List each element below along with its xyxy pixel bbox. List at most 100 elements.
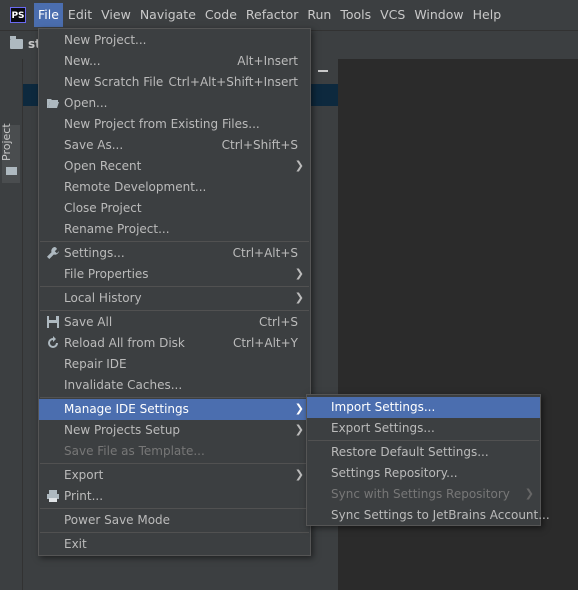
menu-item-save-as[interactable]: Save As... Ctrl+Shift+S — [39, 135, 310, 156]
reload-icon — [48, 336, 58, 348]
submenu-arrow-icon: ❯ — [294, 468, 304, 481]
menu-item-open-recent[interactable]: Open Recent ❯ — [39, 156, 310, 177]
menu-item-label: File Properties — [64, 267, 149, 281]
menu-item-label: Manage IDE Settings — [64, 402, 189, 416]
menu-item-label: Open... — [64, 96, 108, 110]
file-menu: New Project... New... Alt+Insert New Scr… — [38, 28, 311, 556]
menu-item-print[interactable]: Print... — [39, 486, 310, 507]
submenu-arrow-icon: ❯ — [294, 291, 304, 304]
manage-ide-settings-submenu: Import Settings... Export Settings... Re… — [306, 394, 550, 526]
menu-separator — [40, 463, 309, 464]
menu-item-remote-development[interactable]: Remote Development... — [39, 177, 310, 198]
menu-item-rename-project[interactable]: Rename Project... — [39, 219, 310, 240]
folder-open-icon — [47, 99, 59, 108]
menu-separator — [40, 310, 309, 311]
shortcut-text: Ctrl+Alt+Shift+Insert — [168, 75, 298, 89]
phpstorm-logo-icon[interactable]: PS — [10, 7, 26, 23]
menu-tools[interactable]: Tools — [336, 3, 375, 27]
menu-item-label: Remote Development... — [64, 180, 207, 194]
menu-item-restore-default-settings[interactable]: Restore Default Settings... — [307, 442, 540, 463]
menu-item-repair-ide[interactable]: Repair IDE — [39, 354, 310, 375]
menu-item-settings-repository[interactable]: Settings Repository... — [307, 463, 540, 484]
menu-item-reload-all[interactable]: Reload All from Disk Ctrl+Alt+Y — [39, 333, 310, 354]
shortcut-text: Ctrl+Shift+S — [221, 138, 298, 152]
menu-item-label: Save File as Template... — [64, 444, 205, 458]
menu-separator — [40, 241, 309, 242]
submenu-arrow-icon: ❯ — [294, 423, 304, 436]
menu-item-label: Local History — [64, 291, 142, 305]
menu-item-import-settings[interactable]: Import Settings... — [307, 397, 540, 418]
menu-refactor[interactable]: Refactor — [242, 3, 302, 27]
menu-item-label: Open Recent — [64, 159, 142, 173]
submenu-arrow-icon: ❯ — [294, 402, 304, 415]
menu-item-open[interactable]: Open... — [39, 93, 310, 114]
menu-item-label: Sync with Settings Repository — [331, 487, 510, 501]
menu-separator — [40, 397, 309, 398]
menu-item-new-project[interactable]: New Project... — [39, 30, 310, 51]
menu-item-new-projects-setup[interactable]: New Projects Setup ❯ — [39, 420, 310, 441]
menu-item-exit[interactable]: Exit — [39, 534, 310, 555]
tool-window-stripe: Project — [0, 59, 23, 590]
menu-item-label: Sync Settings to JetBrains Account... — [331, 508, 550, 522]
menu-item-settings[interactable]: Settings... Ctrl+Alt+S — [39, 243, 310, 264]
menu-item-label: New Scratch File — [64, 75, 164, 89]
menu-item-label: Close Project — [64, 201, 142, 215]
menu-window[interactable]: Window — [410, 3, 467, 27]
menu-item-label: Invalidate Caches... — [64, 378, 183, 392]
menu-item-label: Reload All from Disk — [64, 336, 185, 350]
menu-navigate[interactable]: Navigate — [136, 3, 200, 27]
submenu-arrow-icon: ❯ — [524, 487, 534, 500]
menu-item-label: Repair IDE — [64, 357, 127, 371]
menu-run[interactable]: Run — [303, 3, 335, 27]
menu-bar: PS File Edit View Navigate Code Refactor… — [0, 0, 578, 30]
folder-icon — [10, 36, 23, 49]
menu-item-close-project[interactable]: Close Project — [39, 198, 310, 219]
menu-item-export[interactable]: Export ❯ — [39, 465, 310, 486]
menu-item-manage-ide-settings[interactable]: Manage IDE Settings ❯ — [39, 399, 310, 420]
menu-file[interactable]: File — [34, 3, 63, 27]
menu-vcs[interactable]: VCS — [376, 3, 409, 27]
menu-separator — [40, 286, 309, 287]
menu-item-label: Save All — [64, 315, 113, 329]
menu-separator — [308, 440, 539, 441]
menu-help[interactable]: Help — [469, 3, 506, 27]
menu-item-save-all[interactable]: Save All Ctrl+S — [39, 312, 310, 333]
menu-item-file-properties[interactable]: File Properties ❯ — [39, 264, 310, 285]
menu-item-label: Print... — [64, 489, 104, 503]
printer-icon — [47, 490, 59, 502]
menu-item-label: New Project from Existing Files... — [64, 117, 260, 131]
submenu-arrow-icon: ❯ — [294, 159, 304, 172]
menu-edit[interactable]: Edit — [64, 3, 96, 27]
menu-item-label: Save As... — [64, 138, 124, 152]
menu-item-new[interactable]: New... Alt+Insert — [39, 51, 310, 72]
menu-item-label: Exit — [64, 537, 87, 551]
menu-item-local-history[interactable]: Local History ❯ — [39, 288, 310, 309]
menu-item-new-scratch-file[interactable]: New Scratch File Ctrl+Alt+Shift+Insert — [39, 72, 310, 93]
menu-item-export-settings[interactable]: Export Settings... — [307, 418, 540, 439]
menu-code[interactable]: Code — [201, 3, 241, 27]
menu-item-label: New Project... — [64, 33, 147, 47]
shortcut-text: Ctrl+S — [258, 315, 298, 329]
menu-separator — [40, 508, 309, 509]
submenu-arrow-icon: ❯ — [294, 267, 304, 280]
menu-item-label: Export — [64, 468, 104, 482]
menu-item-label: Power Save Mode — [64, 513, 171, 527]
menu-item-sync-with-settings-repository: Sync with Settings Repository ❯ — [307, 484, 540, 505]
menu-item-label: Import Settings... — [331, 400, 436, 414]
menu-item-sync-settings-to-jetbrains[interactable]: Sync Settings to JetBrains Account... — [307, 505, 550, 526]
project-tab-label[interactable]: Project — [0, 121, 13, 161]
menu-item-invalidate-caches[interactable]: Invalidate Caches... — [39, 375, 310, 396]
collapse-icon[interactable] — [318, 70, 328, 72]
menu-item-new-project-from-existing[interactable]: New Project from Existing Files... — [39, 114, 310, 135]
menu-item-label: Export Settings... — [331, 421, 435, 435]
shortcut-text: Alt+Insert — [237, 54, 298, 68]
menu-item-power-save-mode[interactable]: Power Save Mode — [39, 510, 310, 531]
menu-item-label: Settings... — [64, 246, 125, 260]
menu-view[interactable]: View — [97, 3, 135, 27]
menu-item-save-file-as-template: Save File as Template... — [39, 441, 310, 462]
menu-item-label: Restore Default Settings... — [331, 445, 489, 459]
menu-item-label: Rename Project... — [64, 222, 170, 236]
shortcut-text: Ctrl+Alt+Y — [232, 336, 298, 350]
menu-item-label: New Projects Setup — [64, 423, 181, 437]
menu-separator — [40, 532, 309, 533]
